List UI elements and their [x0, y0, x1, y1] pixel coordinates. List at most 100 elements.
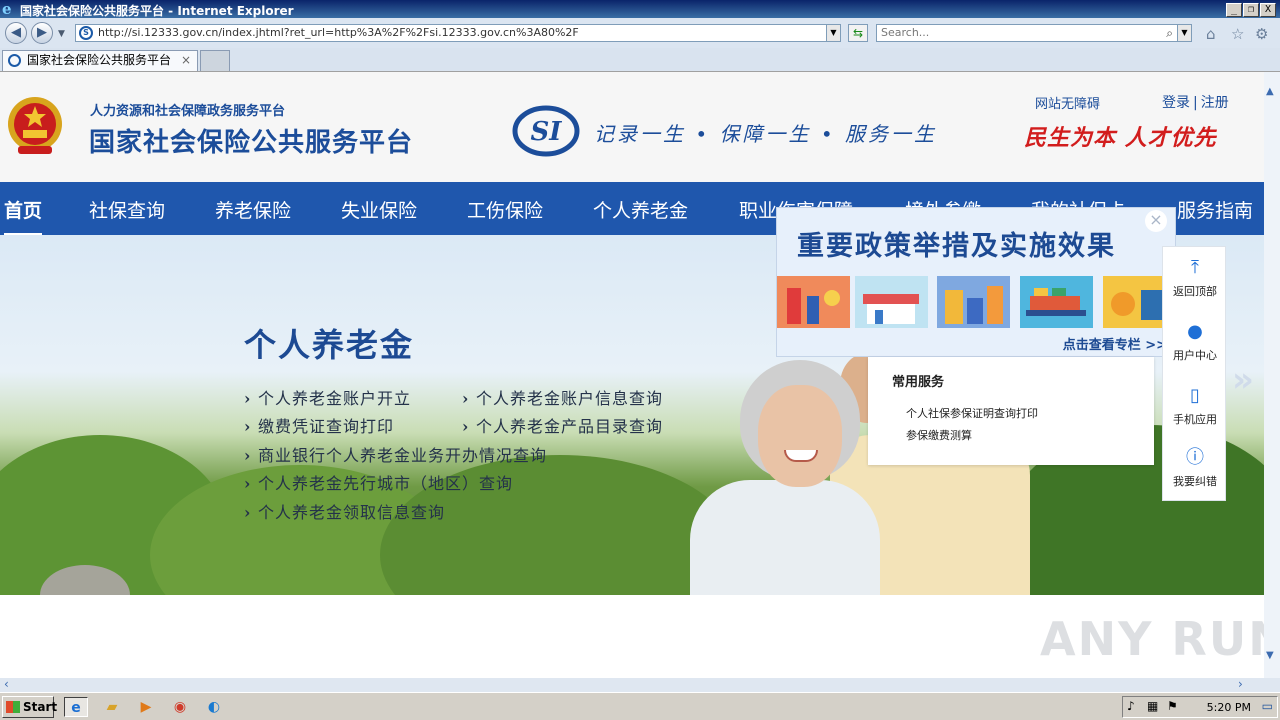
user-icon: ●	[1187, 321, 1203, 342]
banner-link-account-query[interactable]: 个人养老金账户信息查询	[462, 385, 663, 409]
site-header: 人力资源和社会保障政务服务平台 国家社会保险公共服务平台 SI 记录一生 • 保…	[0, 72, 1264, 182]
banner-link-product-catalog[interactable]: 个人养老金产品目录查询	[462, 413, 663, 437]
show-desktop-icon[interactable]: ▭	[1262, 699, 1273, 713]
service-link-certificate[interactable]: 个人社保参保证明查询打印	[906, 405, 1038, 421]
site-slogan: 记录一生 • 保障一生 • 服务一生	[594, 122, 938, 146]
forward-button[interactable]: ▶	[31, 22, 53, 44]
banner-title: 个人养老金	[244, 326, 415, 364]
window-title-bar: e 国家社会保险公共服务平台 - Internet Explorer _ ❐ X	[0, 0, 1280, 18]
address-bar: ◀ ▶ ▼ S http://si.12333.gov.cn/index.jht…	[0, 18, 1280, 48]
nav-home[interactable]: 首页	[4, 196, 43, 237]
register-link[interactable]: 注册	[1201, 95, 1229, 111]
arrow-up-icon: ⤒	[1191, 257, 1199, 278]
site-subtitle: 人力资源和社会保障政务服务平台	[90, 104, 286, 119]
back-to-top-label: 返回顶部	[1173, 285, 1217, 298]
tab-si-platform[interactable]: 国家社会保险公共服务平台 ×	[2, 50, 198, 71]
policy-thumb-shipping[interactable]	[1020, 276, 1093, 328]
window-title: 国家社会保险公共服务平台 - Internet Explorer	[20, 4, 294, 18]
recent-pages-dropdown-icon[interactable]: ▼	[58, 29, 65, 39]
media-player-taskbar-icon[interactable]: ▶	[134, 697, 158, 717]
tab-favicon-icon	[8, 54, 21, 67]
scroll-down-icon[interactable]: ▼	[1266, 650, 1274, 661]
horizontal-scrollbar[interactable]: ‹ ›	[0, 677, 1280, 692]
window-controls: _ ❐ X	[1225, 1, 1276, 17]
user-center-button[interactable]: ● 用户中心	[1163, 321, 1227, 363]
vertical-scrollbar[interactable]: ▲ ▼	[1264, 72, 1280, 678]
service-link-calculator[interactable]: 参保缴费测算	[906, 427, 972, 443]
tab-close-icon[interactable]: ×	[181, 51, 191, 70]
policy-popup-title: 重要政策举措及实施效果	[797, 231, 1116, 262]
network-icon[interactable]: ▦	[1147, 699, 1158, 713]
ie-logo-icon: e	[2, 0, 12, 18]
accessibility-link[interactable]: 网站无障碍	[1035, 93, 1100, 112]
mobile-app-button[interactable]: ▯ 手机应用	[1163, 385, 1227, 427]
banner-next-arrow-icon[interactable]: »	[1232, 360, 1254, 400]
common-services-panel: 常用服务 个人社保参保证明查询打印 参保缴费测算	[868, 357, 1154, 465]
search-placeholder: Search...	[881, 26, 930, 39]
policy-thumb-market[interactable]	[855, 276, 928, 328]
scroll-up-icon[interactable]: ▲	[1266, 86, 1274, 97]
banner-link-bank-query[interactable]: 商业银行个人养老金业务开办情况查询	[244, 442, 547, 466]
nav-unemployment-insurance[interactable]: 失业保险	[341, 196, 417, 223]
nav-pension-insurance[interactable]: 养老保险	[215, 196, 291, 223]
ie-taskbar-icon[interactable]: e	[64, 697, 88, 717]
nav-si-query[interactable]: 社保查询	[89, 196, 165, 223]
banner-link-account-open[interactable]: 个人养老金账户开立	[244, 385, 411, 409]
web-page: 人力资源和社会保障政务服务平台 国家社会保险公共服务平台 SI 记录一生 • 保…	[0, 72, 1264, 678]
auth-links: 登录 | 注册	[1162, 92, 1229, 112]
flag-tray-icon[interactable]: ⚑	[1167, 699, 1178, 713]
back-to-top-button[interactable]: ⤒ 返回顶部	[1163, 257, 1227, 299]
edge-taskbar-icon[interactable]: ◐	[202, 697, 226, 717]
nav-injury-insurance[interactable]: 工伤保险	[467, 196, 543, 223]
login-link[interactable]: 登录	[1162, 95, 1190, 111]
volume-icon[interactable]: ♪	[1127, 699, 1135, 713]
new-tab-button[interactable]	[200, 50, 230, 71]
url-text: http://si.12333.gov.cn/index.jhtml?ret_u…	[98, 26, 579, 39]
start-label: Start	[23, 700, 58, 714]
clock: 5:20 PM	[1206, 701, 1251, 714]
policy-popup[interactable]: 重要政策举措及实施效果 × 点击查看专栏 >>	[776, 207, 1176, 357]
policy-thumb-pension[interactable]	[777, 276, 850, 328]
site-title[interactable]: 国家社会保险公共服务平台	[89, 122, 413, 159]
mobile-app-label: 手机应用	[1173, 413, 1217, 426]
refresh-button[interactable]: ⇆	[848, 24, 868, 42]
favorites-star-icon[interactable]: ☆	[1231, 25, 1244, 43]
si-logo-icon: SI	[512, 105, 580, 157]
alert-icon: ⓘ	[1186, 447, 1204, 468]
site-favicon-icon: S	[79, 26, 93, 40]
banner-link-voucher-print[interactable]: 缴费凭证查询打印	[244, 413, 394, 437]
search-input[interactable]: Search... ⌕ ▼	[876, 24, 1192, 42]
system-tray: ♪ ▦ ⚑ 5:20 PM ▭	[1122, 696, 1278, 718]
woman-figure-face	[758, 385, 842, 487]
chrome-taskbar-icon[interactable]: ◉	[168, 697, 192, 717]
nav-personal-pension[interactable]: 个人养老金	[593, 196, 688, 223]
settings-gear-icon[interactable]: ⚙	[1255, 25, 1268, 43]
si-logo-text: SI	[531, 117, 563, 147]
restore-button[interactable]: ❐	[1243, 3, 1259, 17]
url-input[interactable]: S http://si.12333.gov.cn/index.jhtml?ret…	[75, 24, 841, 42]
scroll-left-icon[interactable]: ‹	[4, 677, 9, 691]
close-window-button[interactable]: X	[1260, 3, 1276, 17]
scroll-right-icon[interactable]: ›	[1238, 677, 1243, 691]
search-icon[interactable]: ⌕	[1166, 25, 1173, 41]
motto-calligraphy: 民生为本 人才优先	[1024, 125, 1217, 151]
nav-service-guide[interactable]: 服务指南	[1177, 196, 1253, 223]
search-dropdown-icon[interactable]: ▼	[1177, 25, 1191, 41]
minimize-button[interactable]: _	[1226, 3, 1242, 17]
folder-taskbar-icon[interactable]: ▰	[100, 697, 124, 717]
home-icon[interactable]: ⌂	[1206, 25, 1216, 43]
anyrun-watermark: ANY RUN	[1040, 612, 1264, 666]
tab-label: 国家社会保险公共服务平台	[27, 53, 172, 67]
start-button[interactable]: Start	[2, 696, 58, 718]
taskbar: Start e ▰ ▶ ◉ ◐ ♪ ▦ ⚑ 5:20 PM ▭	[0, 692, 1280, 720]
policy-more-link[interactable]: 点击查看专栏 >>	[1063, 334, 1167, 353]
report-error-button[interactable]: ⓘ 我要纠错	[1163, 447, 1227, 489]
banner-link-withdrawal-info[interactable]: 个人养老金领取信息查询	[244, 499, 445, 523]
back-button[interactable]: ◀	[5, 22, 27, 44]
url-dropdown-icon[interactable]: ▼	[826, 25, 840, 41]
policy-thumb-city[interactable]	[937, 276, 1010, 328]
windows-flag-icon	[6, 701, 20, 713]
policy-popup-close-icon[interactable]: ×	[1145, 210, 1167, 232]
report-error-label: 我要纠错	[1173, 475, 1217, 488]
banner-link-pilot-cities[interactable]: 个人养老金先行城市（地区）查询	[244, 470, 513, 494]
